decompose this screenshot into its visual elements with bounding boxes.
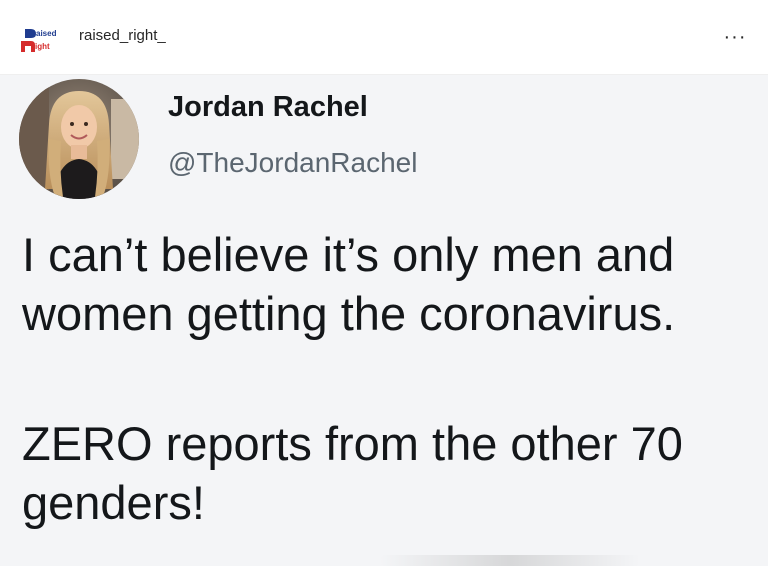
tweet-line: women getting the coronavirus. (22, 287, 676, 340)
tweet-display-name: Jordan Rachel (168, 91, 368, 123)
tweet-line: I can’t believe it’s only men and (22, 228, 675, 281)
tweet-body: I can’t believe it’s only men and women … (22, 225, 762, 532)
tweet-line: ZERO reports from the other 70 (22, 417, 683, 470)
raised-right-logo-icon: aised ight (17, 19, 59, 61)
more-options-icon: ··· (723, 25, 747, 48)
tweet-line: genders! (22, 476, 205, 529)
svg-text:ight: ight (35, 42, 50, 51)
account-name[interactable]: raised_right_ (79, 27, 166, 44)
svg-text:aised: aised (36, 29, 57, 38)
more-options-button[interactable]: ··· (720, 22, 750, 52)
post-header: aised ight raised_right_ ··· (0, 0, 768, 75)
post-image: Jordan Rachel @TheJordanRachel I can’t b… (0, 75, 768, 566)
profile-photo-icon (19, 79, 139, 199)
account-avatar-logo[interactable]: aised ight (17, 19, 59, 61)
cropped-text-fragment (380, 555, 640, 566)
tweet-handle: @TheJordanRachel (168, 147, 418, 178)
tweet-avatar (19, 79, 139, 199)
